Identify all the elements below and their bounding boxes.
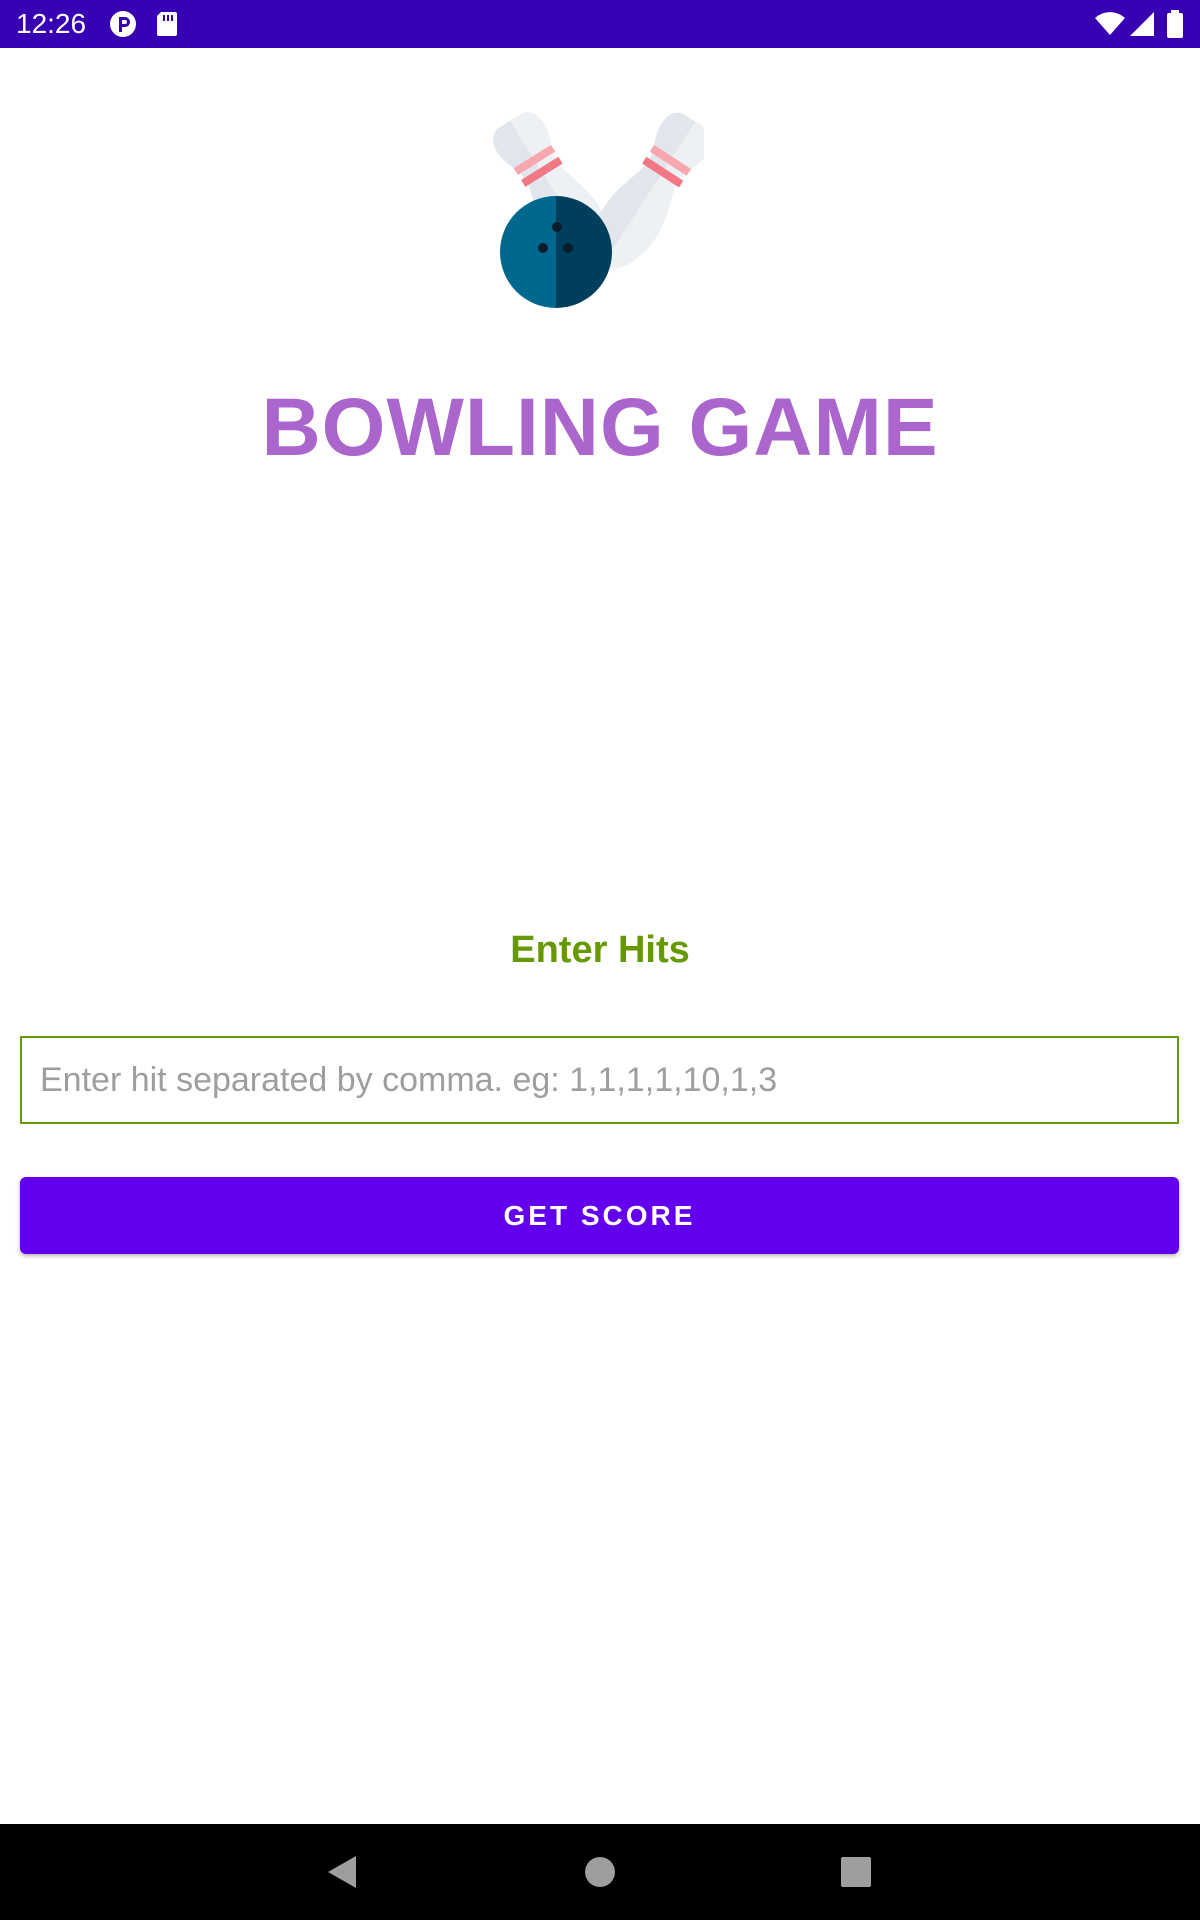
app-screen: 12:26 BOWLING GAME Enter Hits Enter hit … bbox=[0, 0, 1200, 1920]
sd-card-icon bbox=[154, 10, 184, 38]
hits-input[interactable] bbox=[20, 1036, 1179, 1124]
wifi-icon bbox=[1094, 10, 1125, 38]
status-time: 12:26 bbox=[16, 8, 87, 39]
status-bar: 12:26 bbox=[0, 0, 1200, 48]
back-icon[interactable] bbox=[318, 1848, 366, 1896]
p-notification-icon bbox=[108, 10, 138, 38]
battery-icon bbox=[1166, 10, 1184, 38]
recents-icon[interactable] bbox=[832, 1848, 880, 1896]
enter-hits-label: Enter Hits bbox=[510, 929, 690, 971]
get-score-button[interactable]: GET SCORE bbox=[20, 1177, 1179, 1254]
navigation-bar bbox=[0, 1824, 1200, 1920]
bowling-ball-and-pins-icon bbox=[492, 104, 713, 314]
home-icon[interactable] bbox=[576, 1848, 624, 1896]
app-title: BOWLING GAME bbox=[261, 382, 939, 473]
signal-icon bbox=[1128, 10, 1158, 38]
